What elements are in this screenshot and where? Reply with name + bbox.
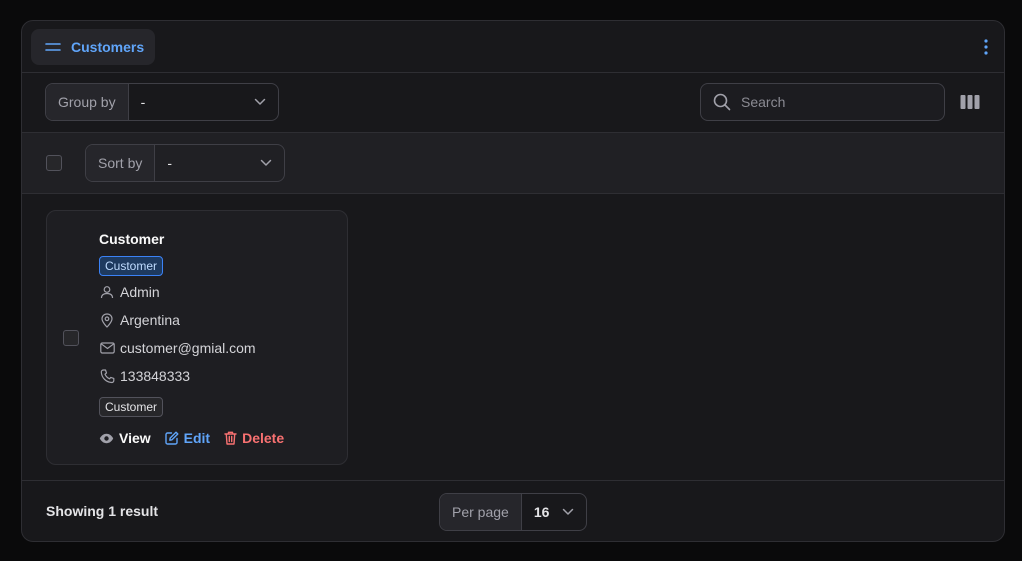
sort-by-value-box[interactable]: -	[155, 145, 284, 181]
results-count: Showing 1 result	[46, 503, 159, 519]
customer-card: Customer Customer Admin Argentina custom…	[46, 210, 348, 465]
delete-label: Delete	[242, 430, 285, 446]
edit-button[interactable]: Edit	[164, 430, 211, 446]
menu-icon	[45, 43, 61, 51]
role-badge: Customer	[99, 256, 164, 276]
chevron-down-icon	[254, 98, 266, 105]
toolbar: Group by -	[22, 73, 1004, 133]
sort-by-label: Sort by	[86, 145, 156, 181]
phone-row: 133848333	[99, 368, 190, 384]
email-row: customer@gmial.com	[99, 340, 256, 356]
card-actions: View Edit Delete	[99, 430, 298, 446]
records-grid: Customer Customer Admin Argentina custom…	[22, 194, 1004, 480]
mail-icon	[99, 340, 115, 356]
user-icon	[99, 284, 115, 300]
search-icon	[713, 93, 731, 111]
map-pin-icon	[99, 312, 115, 328]
chevron-down-icon	[260, 159, 272, 166]
search-box[interactable]	[700, 83, 945, 121]
per-page-select[interactable]: Per page 16	[439, 493, 587, 531]
group-by-label: Group by	[46, 84, 129, 120]
card-title: Customer	[99, 231, 165, 247]
sort-by-value: -	[167, 155, 173, 171]
per-page-value-box[interactable]: 16	[522, 494, 586, 530]
row-checkbox[interactable]	[63, 330, 79, 346]
group-by-value-box[interactable]: -	[129, 84, 278, 120]
group-by-value: -	[140, 94, 146, 110]
tab-bar: Customers	[22, 21, 1004, 73]
edit-label: Edit	[183, 430, 211, 446]
per-page-label: Per page	[440, 494, 522, 530]
user-row: Admin	[99, 284, 160, 300]
more-actions-button[interactable]	[980, 37, 992, 57]
type-badge: Customer	[99, 397, 164, 417]
kebab-icon	[984, 39, 988, 55]
chevron-down-icon	[562, 508, 574, 515]
sort-by-select[interactable]: Sort by -	[85, 144, 285, 182]
delete-button[interactable]: Delete	[224, 430, 284, 446]
country-value: Argentina	[120, 312, 180, 328]
view-label: View	[119, 430, 151, 446]
search-input[interactable]	[741, 94, 921, 110]
tab-customers[interactable]: Customers	[31, 29, 155, 65]
columns-button[interactable]	[960, 94, 980, 110]
select-all-checkbox[interactable]	[46, 155, 62, 171]
phone-icon	[99, 368, 115, 384]
per-page-value: 16	[533, 504, 550, 520]
phone-value: 133848333	[120, 368, 191, 384]
trash-icon	[224, 431, 237, 445]
view-button[interactable]: View	[99, 430, 151, 446]
email-value: customer@gmial.com	[120, 340, 256, 356]
user-value: Admin	[120, 284, 160, 300]
country-row: Argentina	[99, 312, 180, 328]
eye-icon	[99, 433, 114, 443]
edit-icon	[164, 431, 179, 445]
sort-bar: Sort by -	[22, 133, 1004, 194]
group-by-select[interactable]: Group by -	[45, 83, 279, 121]
pagination-footer: Showing 1 result Per page 16	[22, 480, 1004, 541]
tab-label: Customers	[71, 39, 145, 55]
columns-icon	[960, 95, 980, 109]
customers-panel: Customers Group by - Search Sort by - Cu…	[21, 20, 1005, 542]
